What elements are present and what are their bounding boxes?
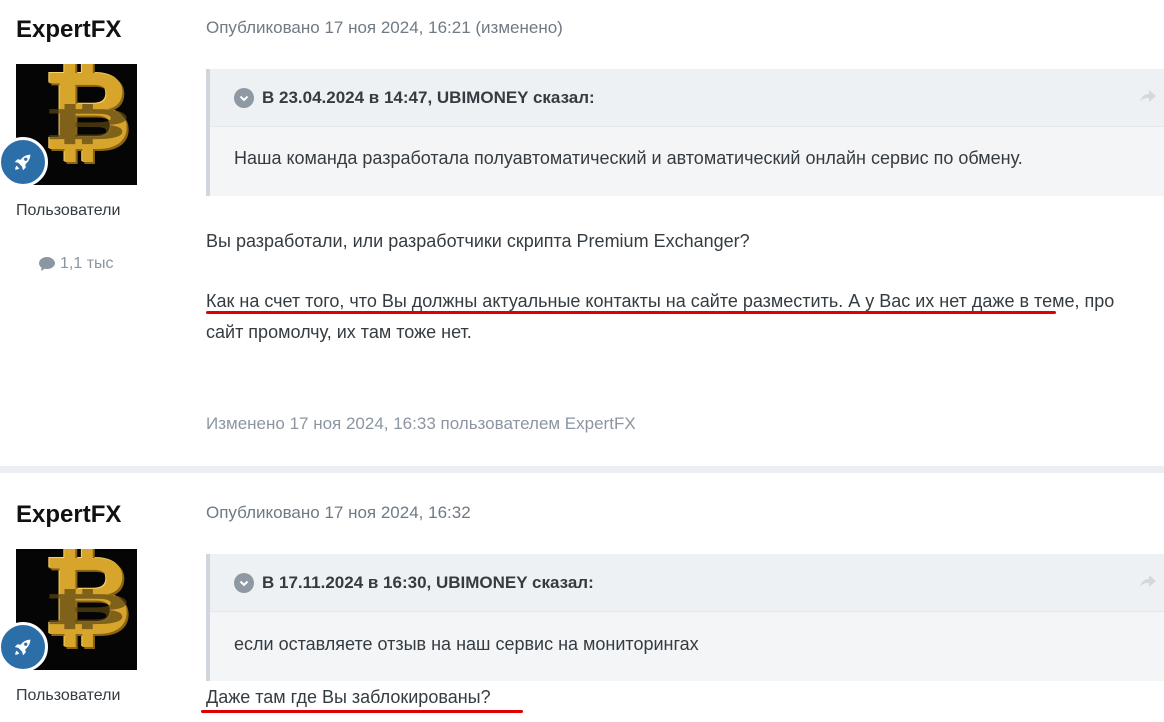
quote-header: В 17.11.2024 в 16:30, UBIMONEY сказал: [210, 554, 1164, 612]
post-separator [0, 466, 1164, 473]
quote-block: В 23.04.2024 в 14:47, UBIMONEY сказал: Н… [206, 69, 1164, 196]
user-group: Пользователи [16, 687, 121, 704]
user-group: Пользователи [16, 202, 121, 219]
rocket-icon[interactable] [0, 622, 48, 672]
quote-citation[interactable]: В 23.04.2024 в 14:47, UBIMONEY сказал: [262, 88, 595, 108]
highlight-underline [201, 710, 523, 713]
edited-note: Изменено 17 ноя 2024, 16:33 пользователе… [206, 414, 636, 433]
share-arrow-icon[interactable] [1138, 86, 1158, 111]
quote-text: если оставляете отзыв на наш сервис на м… [234, 634, 699, 654]
author-name[interactable]: ExpertFX [16, 501, 121, 529]
post-paragraph: Даже там где Вы заблокированы? [206, 687, 491, 707]
share-arrow-icon[interactable] [1138, 571, 1158, 596]
post-count-value: 1,1 тыс [60, 255, 114, 272]
rocket-icon[interactable] [0, 137, 48, 187]
bitcoin-reflection: ₿ [42, 98, 132, 150]
post: ExpertFX ₿ ₿ Пользователи 1,1 тыс Опубли… [0, 0, 1164, 466]
quote-text: Наша команда разработала полуавтоматичес… [234, 148, 1023, 168]
highlight-underline [206, 311, 1056, 314]
post-date[interactable]: Опубликовано 17 ноя 2024, 16:21 (изменен… [206, 18, 563, 38]
author-name[interactable]: ExpertFX [16, 16, 121, 44]
quote-citation[interactable]: В 17.11.2024 в 16:30, UBIMONEY сказал: [262, 573, 594, 593]
post: ExpertFX ₿ ₿ Пользователи Опубликовано 1… [0, 473, 1164, 722]
quote-block: В 17.11.2024 в 16:30, UBIMONEY сказал: е… [206, 554, 1164, 681]
post-count: 1,1 тыс [38, 255, 114, 273]
bitcoin-reflection: ₿ [42, 583, 132, 635]
chevron-down-icon[interactable] [234, 88, 254, 108]
quote-header: В 23.04.2024 в 14:47, UBIMONEY сказал: [210, 69, 1164, 127]
speech-bubble-icon [39, 257, 55, 271]
post-paragraph: Вы разработали, или разработчики скрипта… [206, 231, 750, 251]
chevron-down-icon[interactable] [234, 573, 254, 593]
post-paragraph: Как на счет того, что Вы должны актуальн… [206, 291, 1115, 342]
post-date[interactable]: Опубликовано 17 ноя 2024, 16:32 [206, 503, 471, 523]
